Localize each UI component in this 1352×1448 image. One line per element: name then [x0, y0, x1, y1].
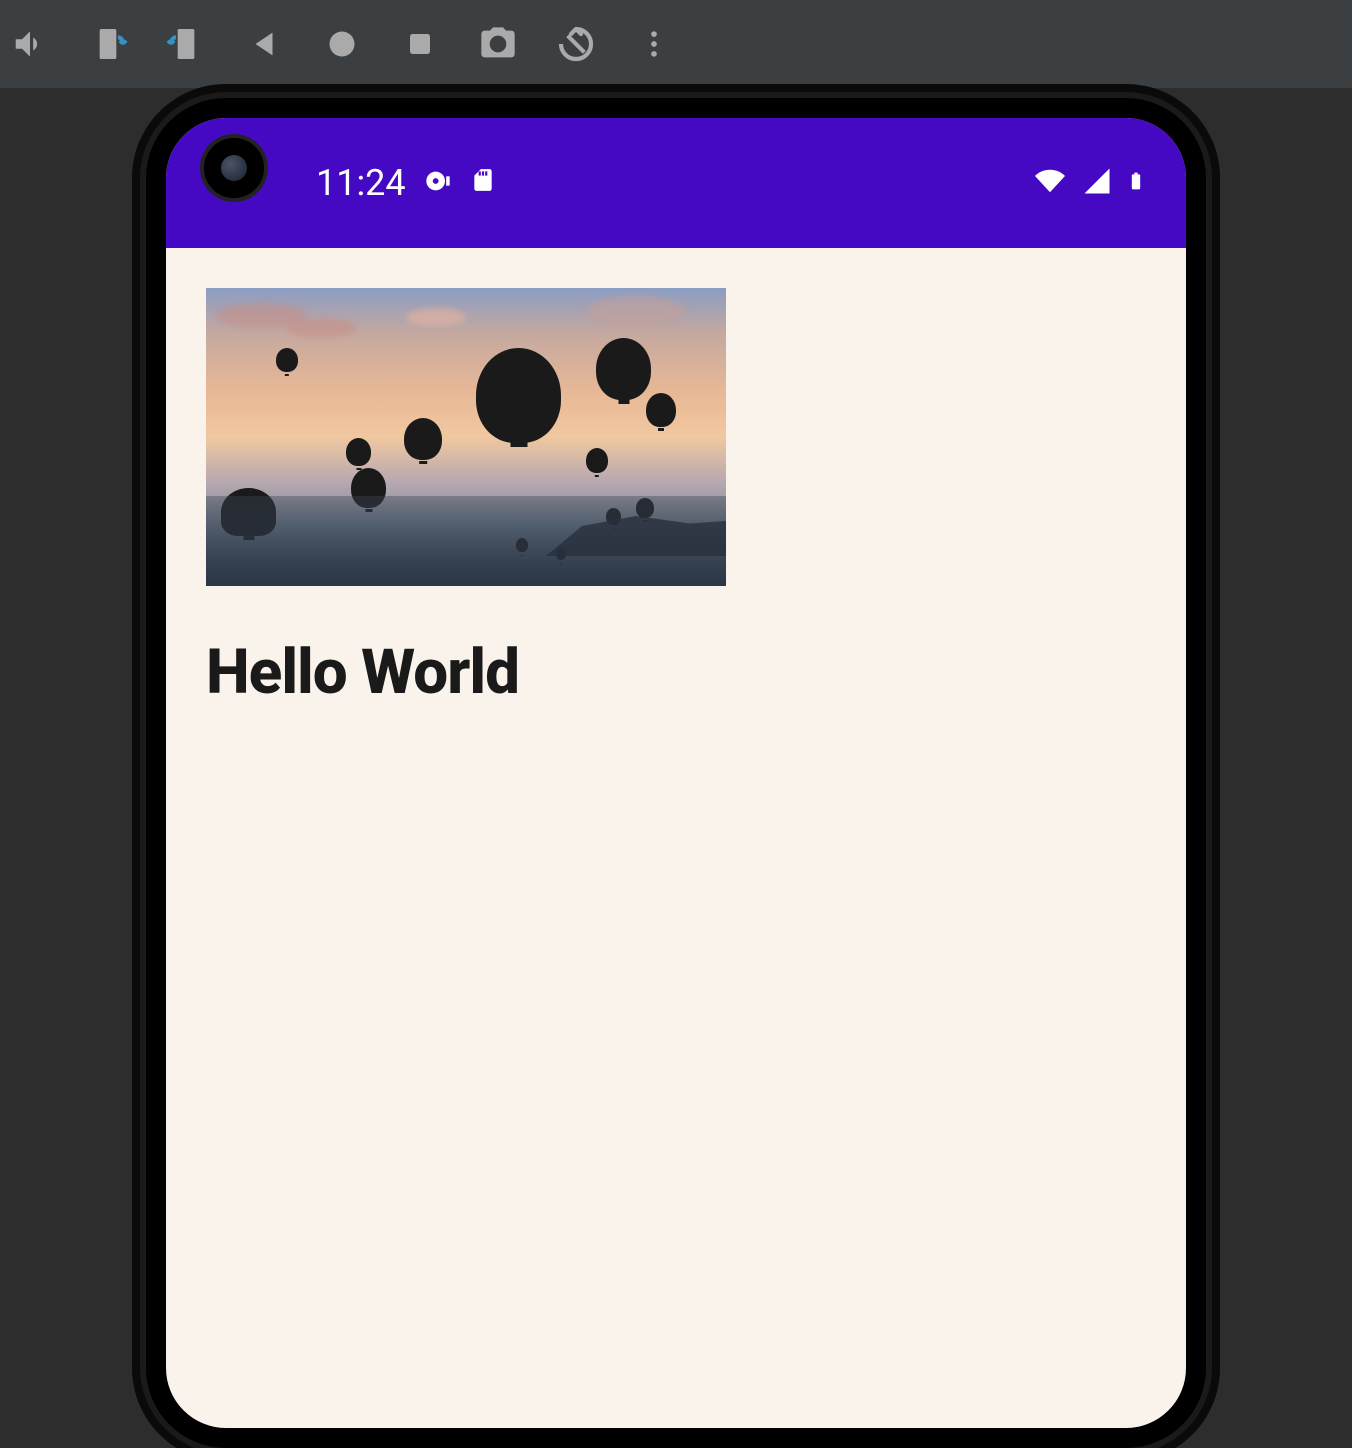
camera-icon[interactable]: [478, 24, 518, 64]
balloon-icon: [646, 393, 676, 427]
balloon-icon: [346, 438, 371, 466]
rotate-right-icon[interactable]: [166, 24, 206, 64]
cloud-decoration: [286, 318, 356, 338]
balloon-icon: [404, 418, 442, 460]
camera-lens: [221, 155, 247, 181]
camera-punch-hole: [200, 134, 268, 202]
balloon-icon: [586, 448, 608, 473]
emulator-viewport: 11:24: [0, 88, 1352, 1440]
battery-full-icon: [1126, 165, 1146, 201]
overview-square-icon[interactable]: [400, 24, 440, 64]
status-bar-right: [1032, 165, 1146, 201]
android-status-bar: 11:24: [166, 118, 1186, 248]
app-content: Hello World: [166, 248, 1186, 749]
phone-screen: 11:24: [166, 118, 1186, 1428]
wifi-icon: [1032, 166, 1068, 200]
status-bar-left: 11:24: [316, 162, 496, 204]
cloud-decoration: [586, 296, 686, 326]
hero-image-balloons: [206, 288, 726, 586]
volume-icon[interactable]: [10, 24, 50, 64]
status-time: 11:24: [316, 162, 406, 204]
balloon-icon: [596, 338, 651, 400]
cellular-signal-icon: [1082, 166, 1112, 200]
rotate-left-icon[interactable]: [88, 24, 128, 64]
emulator-toolbar: [0, 0, 1352, 88]
sd-card-icon: [470, 162, 496, 204]
more-vert-icon[interactable]: [634, 24, 674, 64]
disc-icon: [424, 162, 452, 204]
page-heading: Hello World: [206, 636, 1146, 709]
home-circle-icon[interactable]: [322, 24, 362, 64]
back-icon[interactable]: [244, 24, 284, 64]
balloon-icon: [476, 348, 561, 443]
cloud-decoration: [406, 308, 466, 326]
balloon-icon: [276, 348, 298, 372]
restart-icon[interactable]: [556, 24, 596, 64]
phone-frame: 11:24: [146, 98, 1206, 1448]
